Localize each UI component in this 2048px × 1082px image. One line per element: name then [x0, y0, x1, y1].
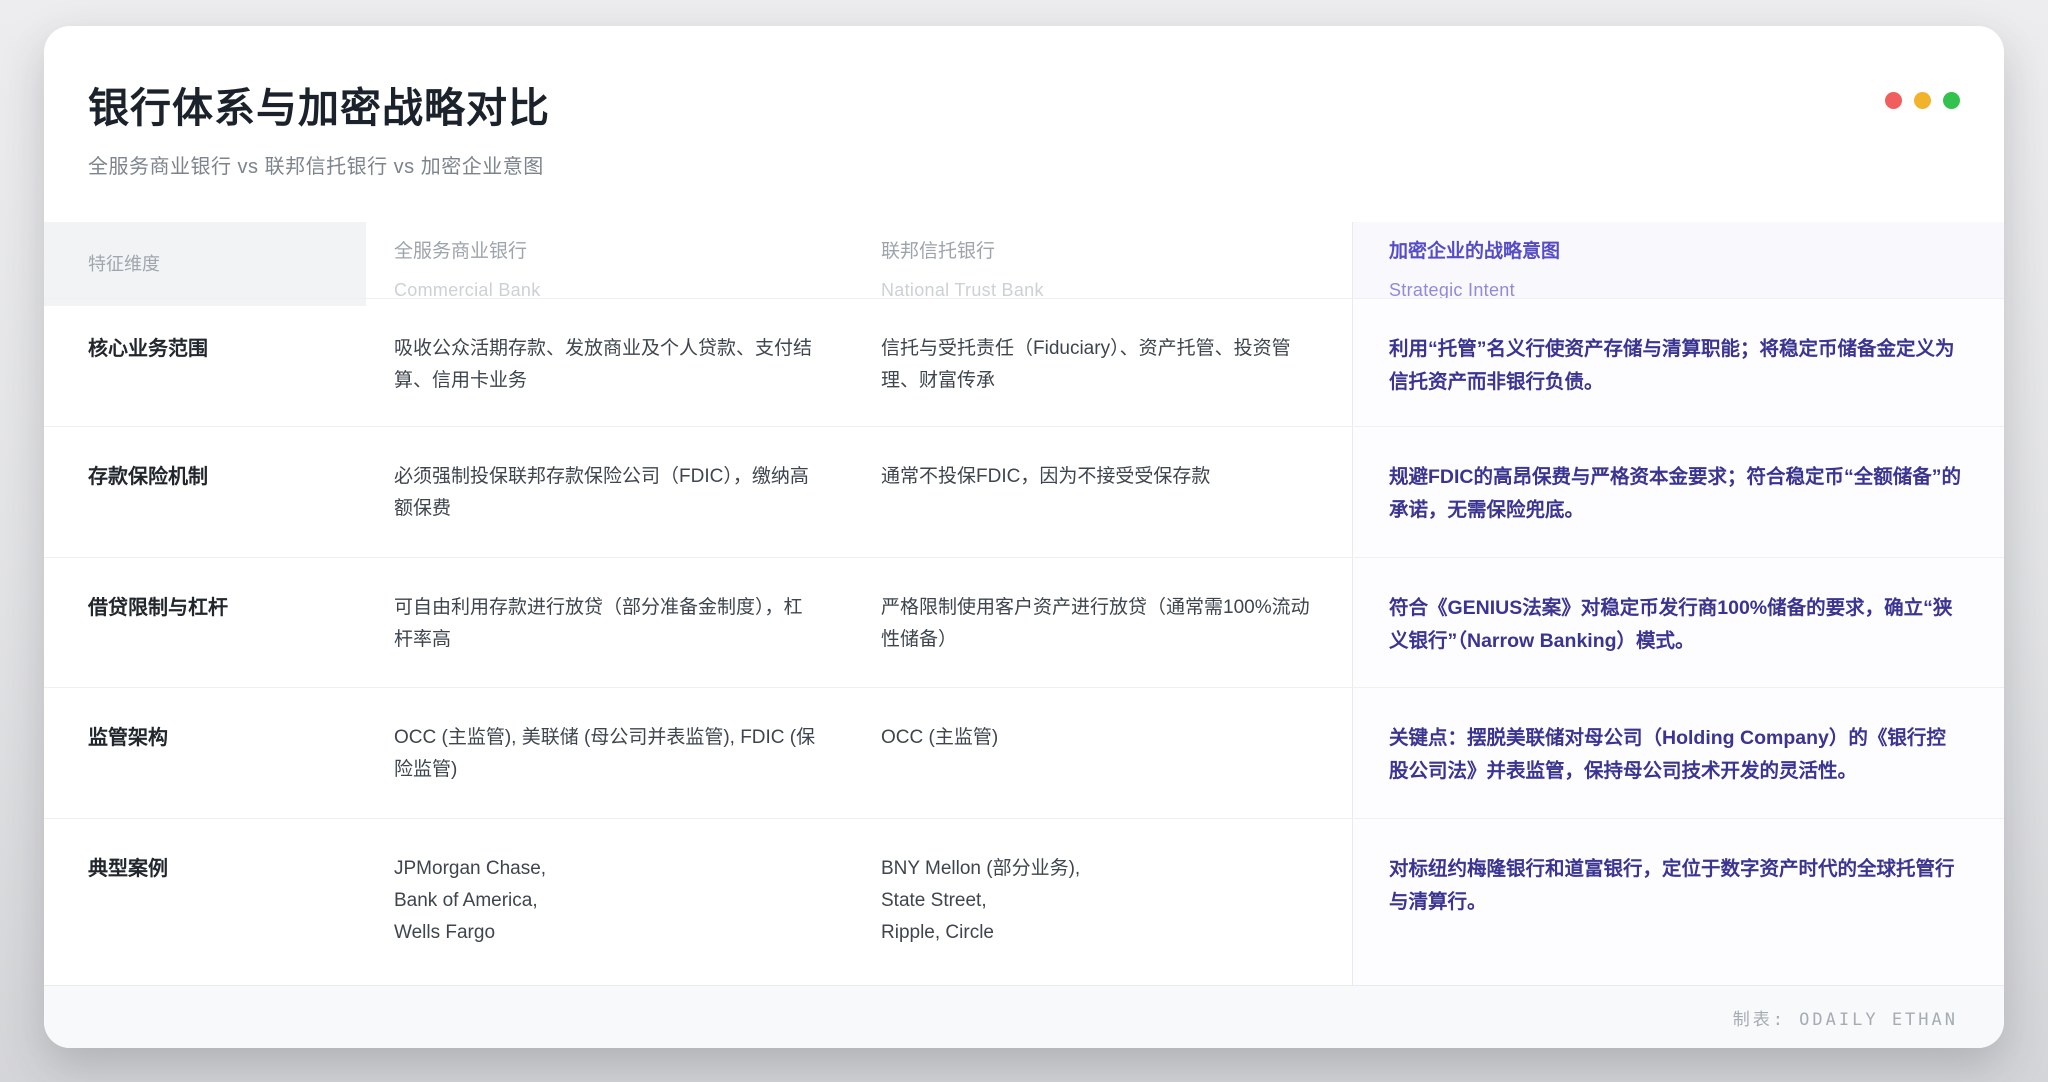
commercial-bank-cell: JPMorgan Chase, Bank of America, Wells F…: [366, 818, 855, 985]
trust-bank-cell: OCC (主监管): [855, 687, 1352, 818]
trust-bank-cell: 严格限制使用客户资产进行放贷（通常需100%流动性储备）: [855, 557, 1352, 687]
trust-bank-cell: 通常不投保FDIC，因为不接受受保存款: [855, 426, 1352, 557]
credit-text: 制表: ODAILY ETHAN: [1733, 1005, 1958, 1030]
table-row: 监管架构 OCC (主监管), 美联储 (母公司并表监管), FDIC (保险监…: [44, 687, 2004, 818]
strategic-intent-cell: 符合《GENIUS法案》对稳定币发行商100%储备的要求，确立“狭义银行”（Na…: [1352, 557, 2004, 687]
row-dimension-label: 监管架构: [44, 687, 366, 818]
column-header-label: 联邦信托银行: [881, 236, 1318, 268]
commercial-bank-cell: OCC (主监管), 美联储 (母公司并表监管), FDIC (保险监管): [366, 687, 855, 818]
table-row: 核心业务范围 吸收公众活期存款、发放商业及个人贷款、支付结算、信用卡业务 信托与…: [44, 298, 2004, 426]
comparison-card: 银行体系与加密战略对比 全服务商业银行 vs 联邦信托银行 vs 加密企业意图 …: [44, 26, 2004, 1048]
commercial-bank-cell: 吸收公众活期存款、发放商业及个人贷款、支付结算、信用卡业务: [366, 298, 855, 426]
strategic-intent-cell: 关键点：摆脱美联储对母公司（Holding Company）的《银行控股公司法》…: [1352, 687, 2004, 818]
commercial-bank-cell: 可自由利用存款进行放贷（部分准备金制度），杠杆率高: [366, 557, 855, 687]
page-subtitle: 全服务商业银行 vs 联邦信托银行 vs 加密企业意图: [88, 150, 1960, 179]
trust-bank-cell: BNY Mellon (部分业务), State Street, Ripple,…: [855, 818, 1352, 985]
strategic-intent-cell: 对标纽约梅隆银行和道富银行，定位于数字资产时代的全球托管行与清算行。: [1352, 818, 2004, 985]
column-header-label: 加密企业的战略意图: [1389, 236, 1964, 268]
table-row: 典型案例 JPMorgan Chase, Bank of America, We…: [44, 818, 2004, 985]
card-header: 银行体系与加密战略对比 全服务商业银行 vs 联邦信托银行 vs 加密企业意图: [44, 26, 2004, 222]
column-header-label: 特征维度: [88, 248, 160, 280]
column-header-commercial-bank: 全服务商业银行 Commercial Bank: [366, 222, 855, 306]
card-footer: 制表: ODAILY ETHAN: [44, 985, 2004, 1048]
row-dimension-label: 存款保险机制: [44, 426, 366, 557]
strategic-intent-cell: 利用“托管”名义行使资产存储与清算职能；将稳定币储备金定义为信托资产而非银行负债…: [1352, 298, 2004, 426]
column-header-strategic-intent: 加密企业的战略意图 Strategic Intent: [1352, 222, 2004, 306]
table-row: 借贷限制与杠杆 可自由利用存款进行放贷（部分准备金制度），杠杆率高 严格限制使用…: [44, 557, 2004, 687]
window-controls: [1885, 92, 1960, 109]
column-header-dimension: 特征维度: [44, 222, 366, 306]
window-close-button[interactable]: [1885, 92, 1902, 109]
table-row: 存款保险机制 必须强制投保联邦存款保险公司（FDIC），缴纳高额保费 通常不投保…: [44, 426, 2004, 557]
commercial-bank-cell: 必须强制投保联邦存款保险公司（FDIC），缴纳高额保费: [366, 426, 855, 557]
column-header-trust-bank: 联邦信托银行 National Trust Bank: [855, 222, 1352, 306]
window-minimize-button[interactable]: [1914, 92, 1931, 109]
table-header-row: 特征维度 全服务商业银行 Commercial Bank 联邦信托银行 Nati…: [44, 222, 2004, 298]
window-maximize-button[interactable]: [1943, 92, 1960, 109]
column-header-label: 全服务商业银行: [394, 236, 821, 268]
row-dimension-label: 借贷限制与杠杆: [44, 557, 366, 687]
comparison-table: 特征维度 全服务商业银行 Commercial Bank 联邦信托银行 Nati…: [44, 222, 2004, 985]
row-dimension-label: 核心业务范围: [44, 298, 366, 426]
strategic-intent-cell: 规避FDIC的高昂保费与严格资本金要求；符合稳定币“全额储备”的承诺，无需保险兜…: [1352, 426, 2004, 557]
row-dimension-label: 典型案例: [44, 818, 366, 985]
trust-bank-cell: 信托与受托责任（Fiduciary）、资产托管、投资管理、财富传承: [855, 298, 1352, 426]
page-title: 银行体系与加密战略对比: [88, 74, 1960, 134]
